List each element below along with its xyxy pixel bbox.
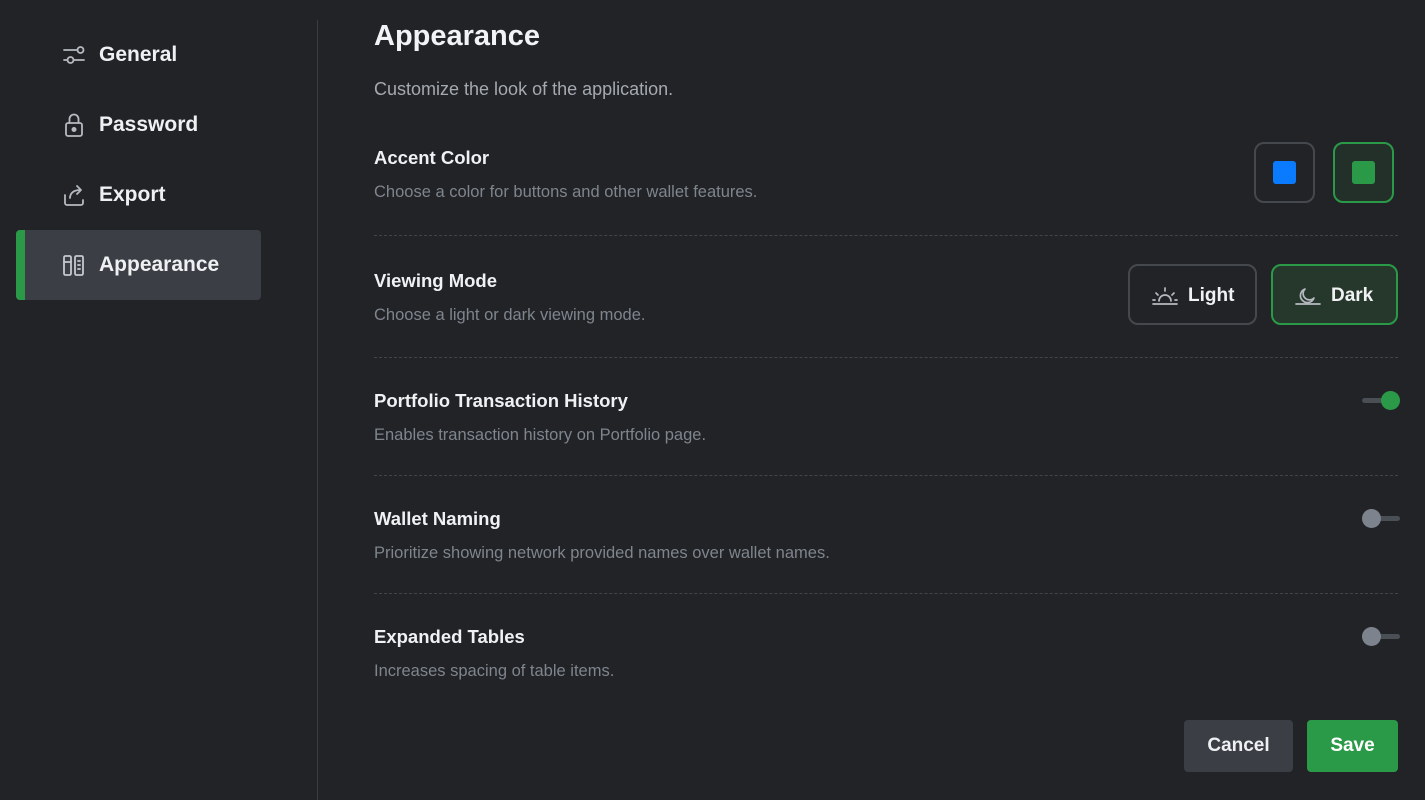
wallet-naming-description: Prioritize showing network provided name… <box>374 544 830 562</box>
sidebar-divider <box>317 20 318 800</box>
sliders-icon <box>62 43 86 67</box>
save-button[interactable]: Save <box>1307 720 1398 772</box>
sidebar-item-appearance[interactable]: Appearance <box>16 230 261 300</box>
page-subtitle: Customize the look of the application. <box>374 79 674 99</box>
dark-mode-label: Dark <box>1331 285 1374 306</box>
section-divider <box>374 593 1398 594</box>
section-divider <box>374 357 1398 358</box>
sidebar-item-label: Appearance <box>99 253 220 276</box>
sidebar-item-label: Password <box>99 113 199 136</box>
export-icon <box>62 183 86 207</box>
lock-icon <box>62 113 86 137</box>
sidebar-item-password[interactable]: Password <box>16 90 261 160</box>
active-indicator <box>16 230 25 300</box>
appearance-icon <box>62 253 86 277</box>
page-title: Appearance <box>374 20 541 52</box>
sunrise-icon <box>1152 285 1178 307</box>
viewing-mode-description: Choose a light or dark viewing mode. <box>374 306 646 324</box>
sidebar-item-general[interactable]: General <box>16 20 261 90</box>
portfolio-history-toggle[interactable] <box>1362 391 1400 411</box>
accent-color-blue-button[interactable] <box>1254 142 1315 203</box>
sidebar-item-export[interactable]: Export <box>16 160 261 230</box>
viewing-mode-title: Viewing Mode <box>374 270 498 291</box>
accent-color-title: Accent Color <box>374 147 490 168</box>
expanded-tables-title: Expanded Tables <box>374 626 525 647</box>
color-swatch <box>1352 161 1375 184</box>
expanded-tables-toggle[interactable] <box>1362 627 1400 647</box>
moon-icon <box>1295 285 1321 307</box>
section-divider <box>374 475 1398 476</box>
toggle-knob <box>1381 391 1400 410</box>
portfolio-history-description: Enables transaction history on Portfolio… <box>374 426 707 444</box>
color-swatch <box>1273 161 1296 184</box>
light-mode-label: Light <box>1188 285 1235 306</box>
wallet-naming-title: Wallet Naming <box>374 508 501 529</box>
portfolio-history-title: Portfolio Transaction History <box>374 390 628 411</box>
sidebar-item-label: General <box>99 43 178 66</box>
toggle-knob <box>1362 509 1381 528</box>
cancel-button[interactable]: Cancel <box>1184 720 1293 772</box>
light-mode-button[interactable]: Light <box>1128 264 1257 325</box>
toggle-knob <box>1362 627 1381 646</box>
settings-sidebar: General Password Export Appearance <box>0 0 318 800</box>
accent-color-green-button[interactable] <box>1333 142 1394 203</box>
accent-color-description: Choose a color for buttons and other wal… <box>374 183 758 201</box>
wallet-naming-toggle[interactable] <box>1362 509 1400 529</box>
dark-mode-button[interactable]: Dark <box>1271 264 1398 325</box>
sidebar-item-label: Export <box>99 183 166 206</box>
section-divider <box>374 235 1398 236</box>
expanded-tables-description: Increases spacing of table items. <box>374 662 615 680</box>
